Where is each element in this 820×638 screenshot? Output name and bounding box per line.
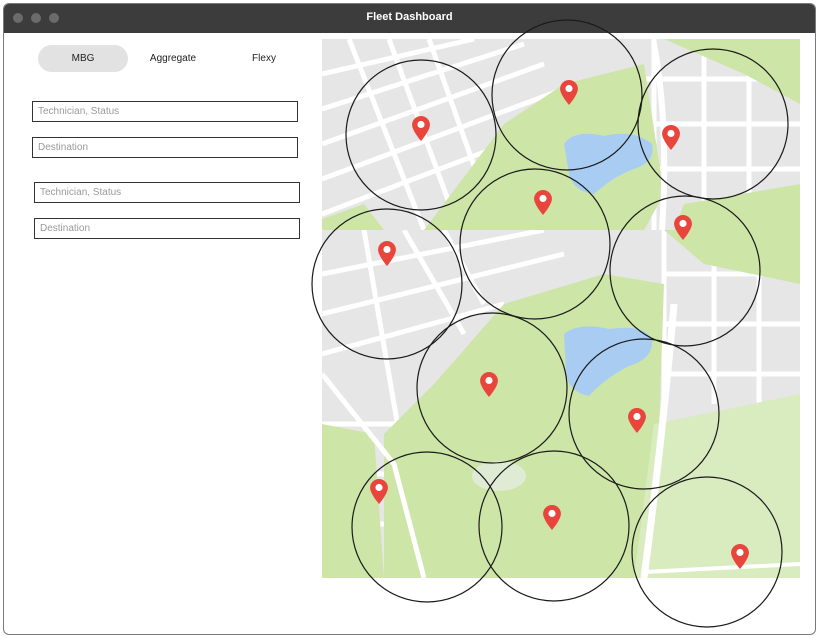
fleet-map[interactable]: [4, 4, 815, 634]
map-tile-top: [322, 39, 800, 230]
app-window: Fleet Dashboard MBG Aggregate Flexy: [3, 3, 816, 635]
map-tile-bottom: [322, 230, 800, 578]
